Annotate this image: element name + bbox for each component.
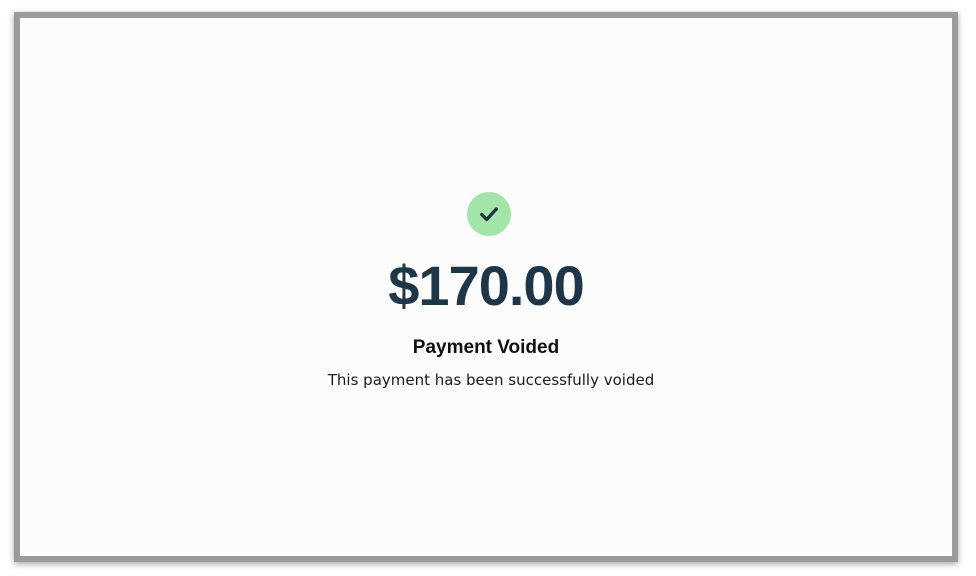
status-title: Payment Voided [412,337,560,358]
window-frame: $170.00 Payment Voided This payment has … [14,12,958,562]
payment-confirmation-panel: $170.00 Payment Voided This payment has … [20,18,952,556]
status-message: This payment has been successfully voide… [327,371,655,389]
success-badge [467,192,511,236]
check-icon [480,207,498,222]
payment-amount: $170.00 [388,254,584,317]
